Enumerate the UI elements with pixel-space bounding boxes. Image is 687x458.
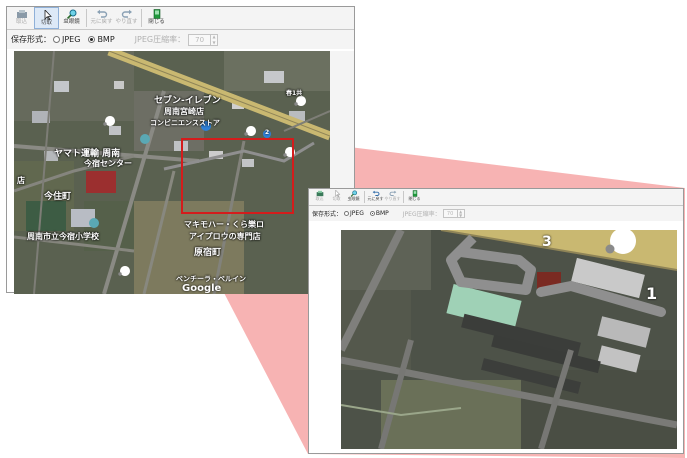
store-category-label: コンビニエンスストア <box>150 119 220 127</box>
bmp-radio[interactable] <box>88 36 96 43</box>
redo-label: やり直す <box>115 19 138 25</box>
quality-value: 70 <box>446 210 454 217</box>
district-label: 原宿町 <box>194 248 222 258</box>
scanner-icon <box>16 10 27 18</box>
bmp-label: BMP <box>375 210 389 217</box>
options-bar: 保存形式： JPEG BMP JPEG圧縮率： 70 ▲ ▼ <box>309 206 683 221</box>
import-label: 取込 <box>315 196 324 201</box>
redo-label: やり直す <box>384 196 401 201</box>
undo-label: 元に戻す <box>367 196 384 201</box>
magnifier-label: 虫眼鏡 <box>347 196 360 201</box>
left-margin <box>309 222 340 452</box>
magnifier-icon <box>66 9 76 19</box>
close-button[interactable]: 閉じる <box>406 189 423 205</box>
crop-label: 切取 <box>332 196 341 201</box>
format-label: 保存形式： <box>312 211 343 218</box>
route-label-3: 3 <box>542 234 552 250</box>
poi-icon <box>140 134 150 144</box>
selection-rectangle[interactable] <box>181 138 294 214</box>
zoom-window: 取込 切取 虫眼鏡 元に戻す やり直す 閉じる 保存形式： JPEG BMP J… <box>308 188 684 454</box>
options-bar: 保存形式： JPEG BMP JPEG圧縮率： 70 ▲ ▼ <box>7 30 354 49</box>
close-label: 閉じる <box>148 19 165 25</box>
undo-button[interactable]: 元に戻す <box>89 7 114 29</box>
exit-icon <box>153 9 160 19</box>
crop-button[interactable]: 切取 <box>34 7 59 29</box>
google-logo: Google <box>182 283 222 294</box>
magnifier-button[interactable]: 虫眼鏡 <box>345 189 362 205</box>
route-label-1: 1 <box>646 284 658 303</box>
redo-button[interactable]: やり直す <box>384 189 401 205</box>
quality-label: JPEG圧縮率： <box>402 211 441 218</box>
school-label: 周南市立今宿小学校 <box>27 232 99 241</box>
zoomed-map-view[interactable]: 3 1 <box>341 230 677 449</box>
quality-label: JPEG圧縮率： <box>134 35 186 44</box>
quality-spinner[interactable]: 70 ▲ ▼ <box>188 33 219 46</box>
apartment-label: マキモハー・くら樂ロ <box>184 220 264 229</box>
crop-button[interactable]: 切取 <box>328 189 345 205</box>
redo-icon <box>121 9 132 18</box>
jpeg-label: JPEG <box>62 35 81 44</box>
undo-icon <box>96 9 107 18</box>
town-label: 今住町 <box>44 192 72 202</box>
bmp-label: BMP <box>97 35 115 44</box>
route-number: 2 <box>265 129 270 136</box>
format-label: 保存形式： <box>11 35 51 44</box>
apartment-shop-label: アイプロウの専門店 <box>189 232 261 241</box>
jpeg-radio[interactable] <box>344 211 350 216</box>
toolbar-separator <box>141 9 142 27</box>
crop-label: 切取 <box>40 20 52 26</box>
toolbar: 取込 切取 虫眼鏡 元に戻す やり直す 閉じる <box>7 7 354 30</box>
delivery-center-label: 今宿センター <box>84 159 132 168</box>
shop-label: 店 <box>17 176 25 185</box>
school-icon <box>89 218 99 228</box>
bmp-radio[interactable] <box>369 211 375 216</box>
corner-label: 春1共 <box>286 90 303 97</box>
pointer-icon <box>44 10 52 20</box>
magnifier-label: 虫眼鏡 <box>63 19 80 25</box>
toolbar-separator <box>86 9 87 27</box>
zoomed-satellite-map <box>341 230 677 449</box>
jpeg-label: JPEG <box>350 210 364 217</box>
import-label: 取込 <box>15 19 27 25</box>
import-button[interactable]: 取込 <box>9 7 34 29</box>
close-label: 閉じる <box>408 196 421 201</box>
quality-value: 70 <box>195 35 205 44</box>
undo-button[interactable]: 元に戻す <box>367 189 384 205</box>
close-button[interactable]: 閉じる <box>144 7 169 29</box>
toolbar-separator <box>403 191 404 203</box>
store-label: セブン-イレブン <box>154 96 221 106</box>
import-button[interactable]: 取込 <box>311 189 328 205</box>
spinner-arrows[interactable]: ▲ ▼ <box>456 210 464 218</box>
spinner-arrows[interactable]: ▲ ▼ <box>210 34 217 45</box>
store-branch-label: 周南宮崎店 <box>164 107 204 116</box>
toolbar-separator <box>364 191 365 203</box>
toolbar: 取込 切取 虫眼鏡 元に戻す やり直す 閉じる <box>309 189 683 206</box>
jpeg-radio[interactable] <box>53 36 60 43</box>
redo-button[interactable]: やり直す <box>114 7 139 29</box>
quality-spinner[interactable]: 70 ▲ ▼ <box>442 209 465 218</box>
undo-label: 元に戻す <box>90 19 113 25</box>
magnifier-button[interactable]: 虫眼鏡 <box>59 7 84 29</box>
